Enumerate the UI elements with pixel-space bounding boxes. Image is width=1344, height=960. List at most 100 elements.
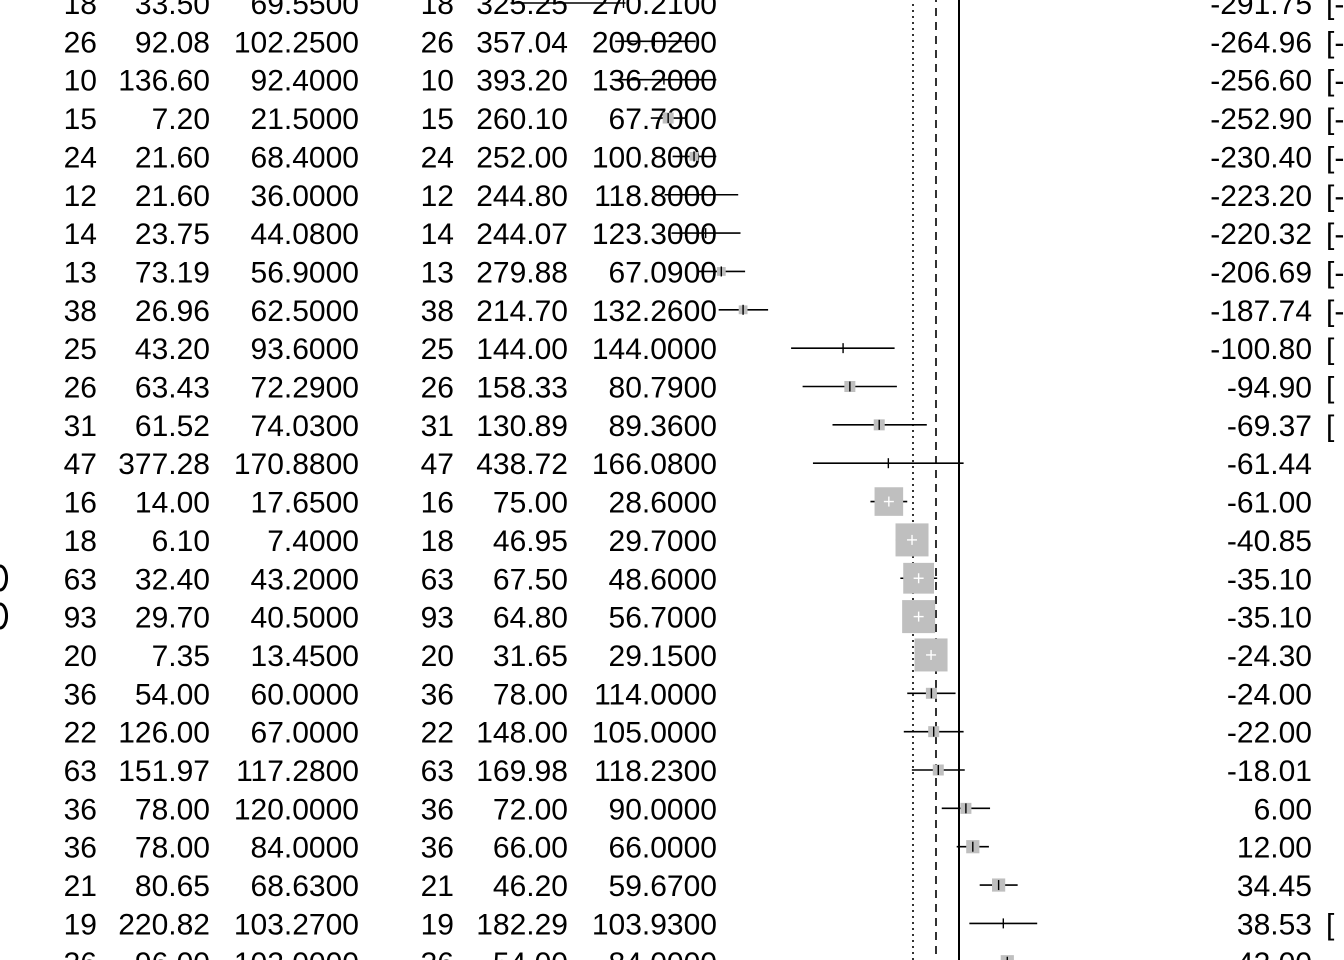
cropped-glyph — [0, 602, 9, 630]
cell-n-treatment: 13 — [64, 256, 97, 289]
study-row: 93 29.70 40.5000 93 64.80 56.7000 -35.10 — [64, 600, 1312, 635]
cell-n-treatment: 24 — [64, 141, 97, 174]
cell-n-control: 93 — [421, 602, 454, 635]
cell-sd-control: 29.1500 — [609, 640, 717, 673]
cell-mean-treatment: 7.35 — [152, 640, 210, 673]
cell-mean-treatment: 29.70 — [135, 602, 210, 635]
cell-mean-treatment: 220.82 — [118, 908, 210, 941]
cell-sd-treatment: 36.0000 — [251, 180, 359, 213]
cell-n-control: 38 — [421, 295, 454, 328]
cell-mean-treatment: 43.20 — [135, 333, 210, 366]
cell-mean-treatment: 23.75 — [135, 218, 210, 251]
cell-n-control: 15 — [421, 103, 454, 136]
cell-n-treatment: 12 — [64, 180, 97, 213]
cell-sd-treatment: 69.5500 — [251, 0, 359, 21]
cell-mean-control: 182.29 — [476, 908, 568, 941]
cell-n-treatment: 47 — [64, 448, 97, 481]
cell-n-control: 24 — [421, 141, 454, 174]
study-row: 63 151.97 117.2800 63 169.98 118.2300 -18.01 — [64, 755, 1312, 788]
cell-sd-control: 59.6700 — [609, 870, 717, 903]
study-row: 38 26.96 62.5000 38 214.70 132.2600 -187.74 [- — [64, 295, 1344, 328]
cell-sd-control: 118.8000 — [594, 180, 717, 213]
cell-ci-prefix: [- — [1326, 65, 1344, 98]
cell-sd-treatment: 74.0300 — [251, 410, 359, 443]
study-row: 12 21.60 36.0000 12 244.80 118.8000 -223.20 [- — [64, 180, 1344, 213]
cell-mean-difference: 38.53 — [1237, 908, 1312, 941]
cell-n-treatment: 18 — [64, 525, 97, 558]
cell-n-treatment: 21 — [64, 870, 97, 903]
cell-n-control: 12 — [421, 180, 454, 213]
cell-mean-difference: -69.37 — [1227, 410, 1312, 443]
cell-n-treatment: 36 — [64, 793, 97, 826]
cell-mean-treatment: 78.00 — [135, 793, 210, 826]
cell-mean-difference: -24.30 — [1227, 640, 1312, 673]
cell-mean-control: 46.20 — [493, 870, 568, 903]
cell-ci-prefix: [ — [1326, 333, 1335, 366]
cell-sd-control: 166.0800 — [592, 448, 717, 481]
cell-mean-control: 214.70 — [476, 295, 568, 328]
cell-sd-control: 132.2600 — [592, 295, 717, 328]
study-row: 13 73.19 56.9000 13 279.88 67.0900 -206.69 [- — [64, 256, 1344, 289]
cell-mean-difference: -40.85 — [1227, 525, 1312, 558]
cell-ci-prefix: [- — [1326, 0, 1344, 21]
study-row: 16 14.00 17.6500 16 75.00 28.6000 -61.00 — [64, 487, 1312, 520]
cell-n-control: 47 — [421, 448, 454, 481]
cell-sd-treatment: 67.0000 — [251, 717, 359, 750]
cell-sd-control: 90.0000 — [609, 793, 717, 826]
cell-mean-treatment: 92.08 — [135, 26, 210, 59]
cell-mean-difference: -230.40 — [1210, 141, 1312, 174]
study-rows: 18 33.50 69.5500 18 325.25 270.2100 -291.75 [-2… — [64, 0, 1344, 960]
cell-sd-control: 80.7900 — [609, 372, 717, 405]
cell-sd-treatment: 13.4500 — [251, 640, 359, 673]
cell-n-control: 26 — [421, 26, 454, 59]
cell-mean-treatment: 78.00 — [135, 832, 210, 865]
cell-mean-control: 148.00 — [476, 717, 568, 750]
cell-n-treatment: 36 — [64, 947, 97, 960]
left-edge-marks — [0, 564, 9, 630]
cell-n-control: 18 — [421, 525, 454, 558]
cell-mean-control: 393.20 — [476, 65, 568, 98]
cell-n-treatment: 25 — [64, 333, 97, 366]
cell-mean-control: 252.00 — [476, 141, 568, 174]
cell-sd-control: 136.2000 — [592, 65, 717, 98]
cell-mean-treatment: 14.00 — [135, 487, 210, 520]
cell-sd-control: 48.6000 — [609, 563, 717, 596]
cell-mean-control: 357.04 — [476, 26, 568, 59]
cell-sd-control: 84.0000 — [609, 947, 717, 960]
study-row: 36 96.00 102.0000 36 54.00 84.0000 42.00 — [64, 947, 1312, 960]
cell-mean-control: 169.98 — [476, 755, 568, 788]
study-row: 31 61.52 74.0300 31 130.89 89.3600 -69.37 [ — [64, 410, 1335, 443]
study-row: 63 32.40 43.2000 63 67.50 48.6000 -35.10 — [64, 562, 1312, 596]
cell-mean-control: 279.88 — [476, 256, 568, 289]
cell-n-treatment: 63 — [64, 755, 97, 788]
cell-sd-treatment: 44.0800 — [251, 218, 359, 251]
cell-mean-difference: -291.75 — [1210, 0, 1312, 21]
cell-sd-control: 67.0900 — [609, 256, 717, 289]
cell-n-treatment: 26 — [64, 372, 97, 405]
cell-mean-difference: -22.00 — [1227, 717, 1312, 750]
study-row: 26 92.08 102.2500 26 357.04 209.0200 -264.96 [- — [64, 26, 1344, 59]
cell-sd-treatment: 72.2900 — [251, 372, 359, 405]
cell-sd-treatment: 17.6500 — [251, 487, 359, 520]
cell-n-treatment: 10 — [64, 65, 97, 98]
study-row: 25 43.20 93.6000 25 144.00 144.0000 -100.80 [ — [64, 333, 1335, 366]
cell-n-treatment: 22 — [64, 717, 97, 750]
cell-mean-difference: -220.32 — [1210, 218, 1312, 251]
cell-mean-difference: 34.45 — [1237, 870, 1312, 903]
cell-ci-prefix: [- — [1326, 103, 1344, 136]
study-row: 36 78.00 120.0000 36 72.00 90.0000 6.00 — [64, 793, 1312, 826]
study-row: 21 80.65 68.6300 21 46.20 59.6700 34.45 — [64, 870, 1312, 903]
cell-mean-difference: -35.10 — [1227, 563, 1312, 596]
cell-n-control: 18 — [421, 0, 454, 21]
cell-mean-treatment: 73.19 — [135, 256, 210, 289]
cell-mean-treatment: 61.52 — [135, 410, 210, 443]
cell-mean-difference: -223.20 — [1210, 180, 1312, 213]
cell-sd-treatment: 102.0000 — [234, 947, 359, 960]
study-row: 10 136.60 92.4000 10 393.20 136.2000 -256.60 [- — [64, 65, 1344, 98]
cell-n-control: 21 — [421, 870, 454, 903]
cell-n-treatment: 63 — [64, 563, 97, 596]
cell-mean-treatment: 96.00 — [135, 947, 210, 960]
cell-sd-treatment: 170.8800 — [234, 448, 359, 481]
cell-mean-treatment: 126.00 — [118, 717, 210, 750]
cell-mean-control: 54.00 — [493, 947, 568, 960]
